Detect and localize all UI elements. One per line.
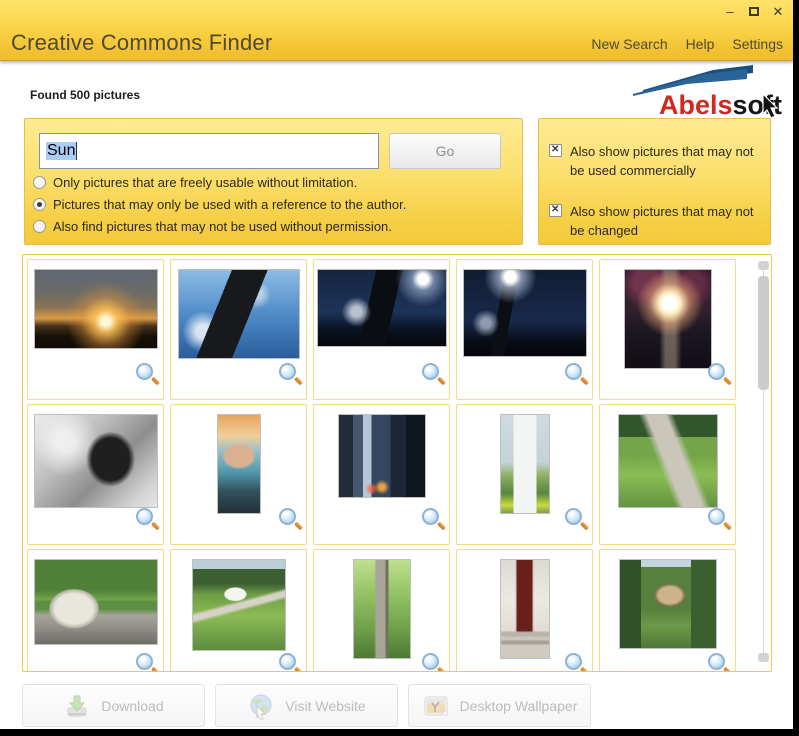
- action-bar: Download Visit Website Desktop Wallpaper: [0, 678, 793, 729]
- magnifier-icon[interactable]: [422, 508, 439, 525]
- page-title: Creative Commons Finder: [11, 30, 272, 56]
- magnifier-icon[interactable]: [565, 653, 582, 670]
- magnifier-icon[interactable]: [279, 508, 296, 525]
- radio-option-attribution[interactable]: Pictures that may only be used with a re…: [33, 197, 406, 212]
- thumbnail-image: [501, 560, 549, 658]
- thumbnail-image: [193, 560, 285, 650]
- result-thumbnail[interactable]: [456, 549, 593, 672]
- magnifier-icon[interactable]: [565, 508, 582, 525]
- result-thumbnail[interactable]: [313, 549, 450, 672]
- thumbnail-image: [218, 415, 260, 513]
- radio-icon[interactable]: [33, 198, 46, 211]
- magnifier-icon[interactable]: [422, 363, 439, 380]
- visit-website-button[interactable]: Visit Website: [215, 684, 398, 727]
- checkbox-label: Also show pictures that may not be chang…: [570, 203, 759, 241]
- menu-new-search[interactable]: New Search: [591, 36, 667, 52]
- magnifier-icon[interactable]: [708, 653, 725, 670]
- action-label: Visit Website: [285, 698, 365, 714]
- wallpaper-icon: [422, 692, 450, 720]
- result-thumbnail[interactable]: [27, 259, 164, 400]
- maximize-button[interactable]: [747, 4, 761, 19]
- thumbnail-image: [318, 270, 446, 346]
- magnifier-icon[interactable]: [708, 363, 725, 380]
- globe-icon: [247, 692, 275, 720]
- result-thumbnail[interactable]: [313, 404, 450, 545]
- result-thumbnail[interactable]: [170, 259, 307, 400]
- checkbox-icon[interactable]: [549, 144, 562, 157]
- thumbnail-image: [464, 270, 586, 356]
- radio-label: Only pictures that are freely usable wit…: [53, 175, 357, 190]
- scrollbar-up-button[interactable]: [758, 261, 769, 270]
- magnifier-icon[interactable]: [279, 363, 296, 380]
- thumbnail-image: [35, 415, 157, 507]
- magnifier-icon[interactable]: [422, 653, 439, 670]
- filter-panel: Also show pictures that may not be used …: [538, 118, 771, 245]
- thumbnail-image: [354, 560, 410, 658]
- action-label: Download: [101, 698, 163, 714]
- close-button[interactable]: ✕: [771, 5, 785, 19]
- radio-icon[interactable]: [33, 220, 46, 233]
- search-panel: Sun Go Only pictures that are freely usa…: [24, 118, 523, 245]
- checkbox-label: Also show pictures that may not be used …: [570, 143, 759, 181]
- search-query-selected-text: Sun: [46, 142, 76, 160]
- abelssoft-logo: Abelssoft: [625, 64, 785, 122]
- checkbox-icon[interactable]: [549, 204, 562, 217]
- menu-help[interactable]: Help: [686, 36, 715, 52]
- magnifier-icon[interactable]: [136, 653, 153, 670]
- result-thumbnail[interactable]: [170, 404, 307, 545]
- window-controls: – ✕: [723, 4, 785, 19]
- results-grid: [22, 254, 772, 672]
- result-thumbnail[interactable]: [170, 549, 307, 672]
- thumbnail-image: [339, 415, 425, 497]
- thumbnail-image: [179, 270, 299, 358]
- header-bar: – ✕ Creative Commons Finder New Search H…: [0, 0, 793, 61]
- text-caret: [76, 142, 77, 160]
- result-thumbnail[interactable]: [27, 549, 164, 672]
- action-label: Desktop Wallpaper: [460, 698, 578, 714]
- thumbnail-image: [619, 415, 717, 507]
- result-thumbnail[interactable]: [313, 259, 450, 400]
- magnifier-icon[interactable]: [708, 508, 725, 525]
- results-count: Found 500 pictures: [30, 88, 140, 102]
- result-thumbnail[interactable]: [27, 404, 164, 545]
- result-thumbnail[interactable]: [599, 259, 736, 400]
- result-thumbnail[interactable]: [599, 404, 736, 545]
- desktop-wallpaper-button[interactable]: Desktop Wallpaper: [408, 684, 591, 727]
- radio-option-no-permission[interactable]: Also find pictures that may not be used …: [33, 219, 392, 234]
- header-menu: New Search Help Settings: [591, 36, 783, 52]
- radio-label: Pictures that may only be used with a re…: [53, 197, 406, 212]
- thumbnail-image: [35, 560, 157, 644]
- radio-option-free-use[interactable]: Only pictures that are freely usable wit…: [33, 175, 357, 190]
- result-thumbnail[interactable]: [599, 549, 736, 672]
- magnifier-icon[interactable]: [136, 363, 153, 380]
- thumbnail-image: [501, 415, 549, 513]
- logo-text-red: Abels: [659, 90, 733, 120]
- thumbnail-image: [625, 270, 711, 368]
- maximize-icon: [749, 7, 759, 16]
- magnifier-icon[interactable]: [136, 508, 153, 525]
- scrollbar-thumb[interactable]: [758, 276, 769, 390]
- checkbox-non-commercial[interactable]: Also show pictures that may not be used …: [549, 143, 759, 181]
- magnifier-icon[interactable]: [565, 363, 582, 380]
- menu-settings[interactable]: Settings: [732, 36, 783, 52]
- scrollbar-down-button[interactable]: [758, 653, 769, 662]
- radio-icon[interactable]: [33, 176, 46, 189]
- magnifier-icon[interactable]: [279, 653, 296, 670]
- search-input[interactable]: Sun: [39, 133, 379, 169]
- radio-label: Also find pictures that may not be used …: [53, 219, 392, 234]
- result-thumbnail[interactable]: [456, 404, 593, 545]
- thumbnail-image: [35, 270, 157, 348]
- download-icon: [63, 692, 91, 720]
- go-button[interactable]: Go: [389, 133, 501, 169]
- result-thumbnail[interactable]: [456, 259, 593, 400]
- minimize-button[interactable]: –: [723, 5, 737, 19]
- download-button[interactable]: Download: [22, 684, 205, 727]
- app-window: – ✕ Creative Commons Finder New Search H…: [0, 0, 793, 729]
- checkbox-no-change[interactable]: Also show pictures that may not be chang…: [549, 203, 759, 241]
- thumbnail-image: [620, 560, 716, 648]
